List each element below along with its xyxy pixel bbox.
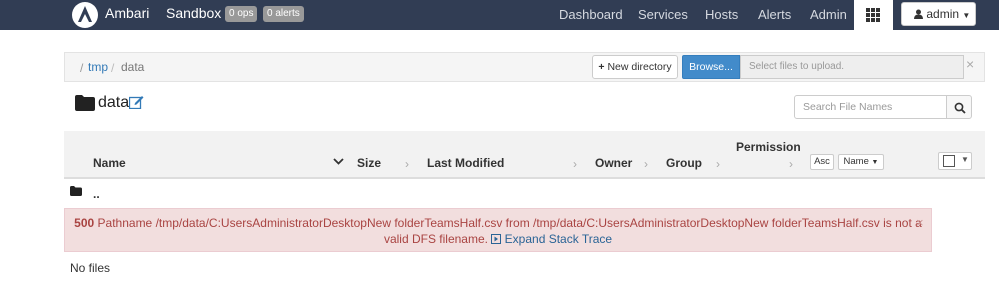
chevron-right-icon: › [716, 157, 720, 171]
chevron-down-icon[interactable] [333, 158, 344, 165]
grid-icon [866, 8, 880, 22]
chevron-right-icon: › [644, 157, 648, 171]
error-alert: 500 Pathname /tmp/data/C:UsersAdministra… [64, 208, 932, 252]
chevron-right-icon: › [405, 157, 409, 171]
caret-down-icon: ▼ [961, 155, 969, 164]
new-directory-label: New directory [607, 61, 672, 73]
breadcrumb-item-tmp[interactable]: tmp [88, 60, 108, 74]
user-menu-button[interactable]: admin ▼ [901, 2, 976, 26]
parent-directory-link[interactable]: .. [93, 187, 100, 201]
sort-order-button[interactable]: Asc [810, 154, 834, 170]
select-all-checkbox[interactable] [943, 155, 955, 167]
column-last-modified[interactable]: Last Modified [427, 156, 504, 170]
sort-field-dropdown[interactable]: Name ▼ [838, 154, 884, 170]
chevron-right-icon: › [573, 157, 577, 171]
alerts-badge[interactable]: 0 alerts [263, 6, 304, 22]
breadcrumb-item-data: data [121, 60, 145, 74]
empty-state-text: No files [70, 261, 111, 275]
edit-icon[interactable] [129, 95, 144, 109]
brand-name[interactable]: Ambari [105, 5, 149, 21]
ambari-logo-icon[interactable] [72, 2, 98, 28]
nav-hosts[interactable]: Hosts [705, 7, 738, 22]
column-group[interactable]: Group [666, 156, 702, 170]
nav-services[interactable]: Services [638, 7, 688, 22]
page-title: data [98, 94, 130, 111]
new-directory-button[interactable]: + New directory [592, 55, 678, 79]
search-button[interactable] [946, 95, 972, 119]
close-icon[interactable]: × [966, 56, 974, 72]
user-name: admin [926, 7, 960, 21]
folder-icon [75, 95, 95, 111]
apps-menu-button[interactable] [854, 0, 893, 30]
user-icon [914, 9, 923, 19]
expand-stack-trace-label: Expand Stack Trace [504, 232, 613, 246]
nav-admin[interactable]: Admin [810, 7, 847, 22]
column-owner[interactable]: Owner [595, 156, 632, 170]
column-size[interactable]: Size [357, 156, 381, 170]
expand-stack-trace-link[interactable]: Expand Stack Trace [491, 232, 612, 246]
cluster-name[interactable]: Sandbox [166, 5, 221, 21]
nav-dashboard[interactable]: Dashboard [559, 7, 623, 22]
column-name[interactable]: Name [93, 156, 126, 170]
select-all-dropdown[interactable]: ▼ [938, 152, 972, 170]
search-icon [954, 102, 966, 114]
breadcrumb-separator: / [111, 61, 115, 75]
close-icon[interactable]: × [916, 215, 924, 230]
error-code: 500 [74, 216, 95, 230]
breadcrumb-root[interactable]: / [80, 61, 83, 75]
ops-badge[interactable]: 0 ops [225, 6, 258, 22]
sort-field-label: Name [843, 156, 869, 167]
column-permission[interactable]: Permission [736, 140, 801, 154]
folder-icon [70, 186, 82, 196]
top-navbar: Ambari Sandbox 0 ops 0 alerts Dashboard … [0, 0, 999, 30]
nav-alerts[interactable]: Alerts [758, 7, 791, 22]
chevron-down-icon: ▼ [962, 11, 971, 20]
expand-icon [491, 234, 502, 244]
search-input[interactable]: Search File Names [794, 95, 947, 119]
upload-files-input[interactable]: Select files to upload. [740, 55, 964, 79]
plus-icon: + [598, 61, 605, 73]
chevron-right-icon: › [789, 157, 793, 171]
browse-button[interactable]: Browse... [682, 55, 740, 79]
caret-down-icon: ▼ [871, 159, 879, 166]
